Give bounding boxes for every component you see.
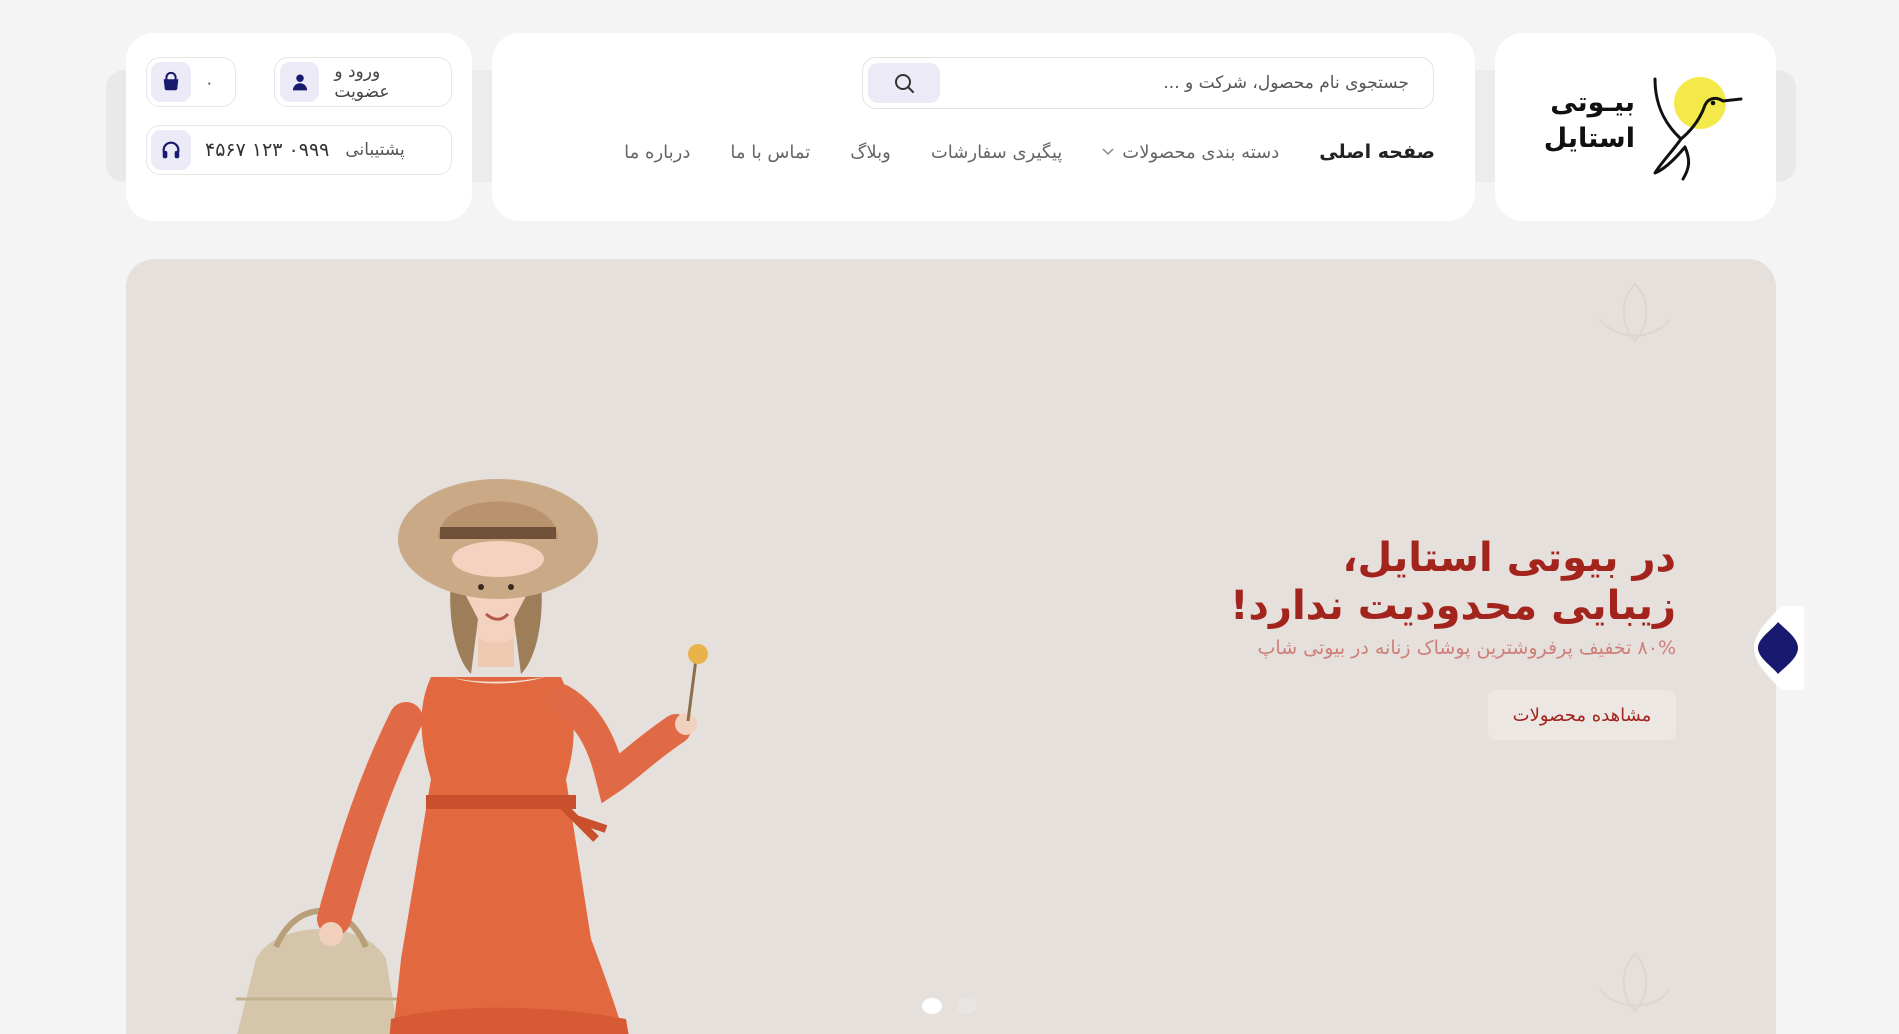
nav-order-tracking-label: پیگیری سفارشات — [930, 141, 1063, 163]
nav-about[interactable]: درباره ما — [624, 142, 690, 163]
search-button[interactable] — [868, 63, 940, 103]
cart-button[interactable]: ۰ — [146, 57, 236, 107]
nav-home[interactable]: صفحه اصلی — [1319, 141, 1435, 163]
slider-next-button[interactable] — [1748, 604, 1804, 692]
nav-categories-label: دسته بندی محصولات — [1122, 141, 1280, 163]
login-button[interactable]: ورود و عضویت — [274, 57, 452, 107]
hero-banner: در بیوتی استایل، زیبایی محدودیت ندارد! ۸… — [126, 259, 1776, 1034]
search-input[interactable] — [940, 58, 1433, 108]
view-products-button[interactable]: مشاهده محصولات — [1488, 690, 1676, 740]
headset-icon — [151, 130, 191, 170]
nav-categories[interactable]: دسته بندی محصولات — [1102, 142, 1279, 163]
hero-title-line1: در بیوتی استایل، — [1342, 535, 1676, 581]
cart-count: ۰ — [205, 72, 214, 92]
flower-outline-icon — [1599, 952, 1671, 1013]
support-contact[interactable]: ۰۹۹۹ ۱۲۳ ۴۵۶۷ پشتیبانی — [146, 125, 452, 175]
hummingbird-logo-icon — [1653, 77, 1743, 181]
support-label: پشتیبانی — [345, 140, 405, 160]
hero-subtitle: ۸۰% تخفیف پرفروشترین پوشاک زنانه در بیوت… — [1257, 637, 1676, 659]
search-icon — [895, 74, 914, 93]
hero-model-image — [236, 479, 708, 1034]
logo-line1: بیـوتی — [1550, 87, 1635, 118]
search-bar — [862, 57, 1434, 109]
slider-dot[interactable] — [957, 998, 977, 1014]
login-label: ورود و عضویت — [334, 62, 390, 102]
nav-home-label: صفحه اصلی — [1319, 141, 1435, 163]
nav-panel: صفحه اصلی دسته بندی محصولات پیگیری سفارش… — [492, 33, 1475, 221]
hero-title: در بیوتی استایل، زیبایی محدودیت ندارد! — [1230, 534, 1676, 630]
shopping-bag-icon — [151, 62, 191, 102]
flower-outline-icon — [1599, 282, 1671, 343]
support-phone: ۰۹۹۹ ۱۲۳ ۴۵۶۷ — [205, 139, 330, 161]
nav-blog-label: وبلاگ — [850, 141, 891, 163]
user-icon — [280, 62, 320, 102]
nav-contact[interactable]: تماس با ما — [730, 142, 810, 163]
logo-text: بیـوتی استایل — [1543, 85, 1635, 157]
chevron-down-icon — [1102, 148, 1114, 156]
nav-about-label: درباره ما — [624, 141, 691, 163]
logo-line2: استایل — [1543, 123, 1635, 154]
slider-dot-active[interactable] — [922, 998, 942, 1014]
user-panel: ۰ ورود و عضویت ۰۹۹۹ ۱۲۳ ۴۵۶۷ پشتیبانی — [126, 33, 472, 221]
nav-blog[interactable]: وبلاگ — [850, 142, 891, 163]
diamond-arrow-icon — [1754, 606, 1804, 690]
hero-title-line2: زیبایی محدودیت ندارد! — [1230, 583, 1676, 629]
logo-panel: بیـوتی استایل — [1495, 33, 1776, 221]
nav-order-tracking[interactable]: پیگیری سفارشات — [931, 142, 1062, 163]
site-logo[interactable]: بیـوتی استایل — [1543, 69, 1743, 181]
main-nav: صفحه اصلی دسته بندی محصولات پیگیری سفارش… — [624, 141, 1435, 163]
nav-contact-label: تماس با ما — [730, 141, 811, 163]
